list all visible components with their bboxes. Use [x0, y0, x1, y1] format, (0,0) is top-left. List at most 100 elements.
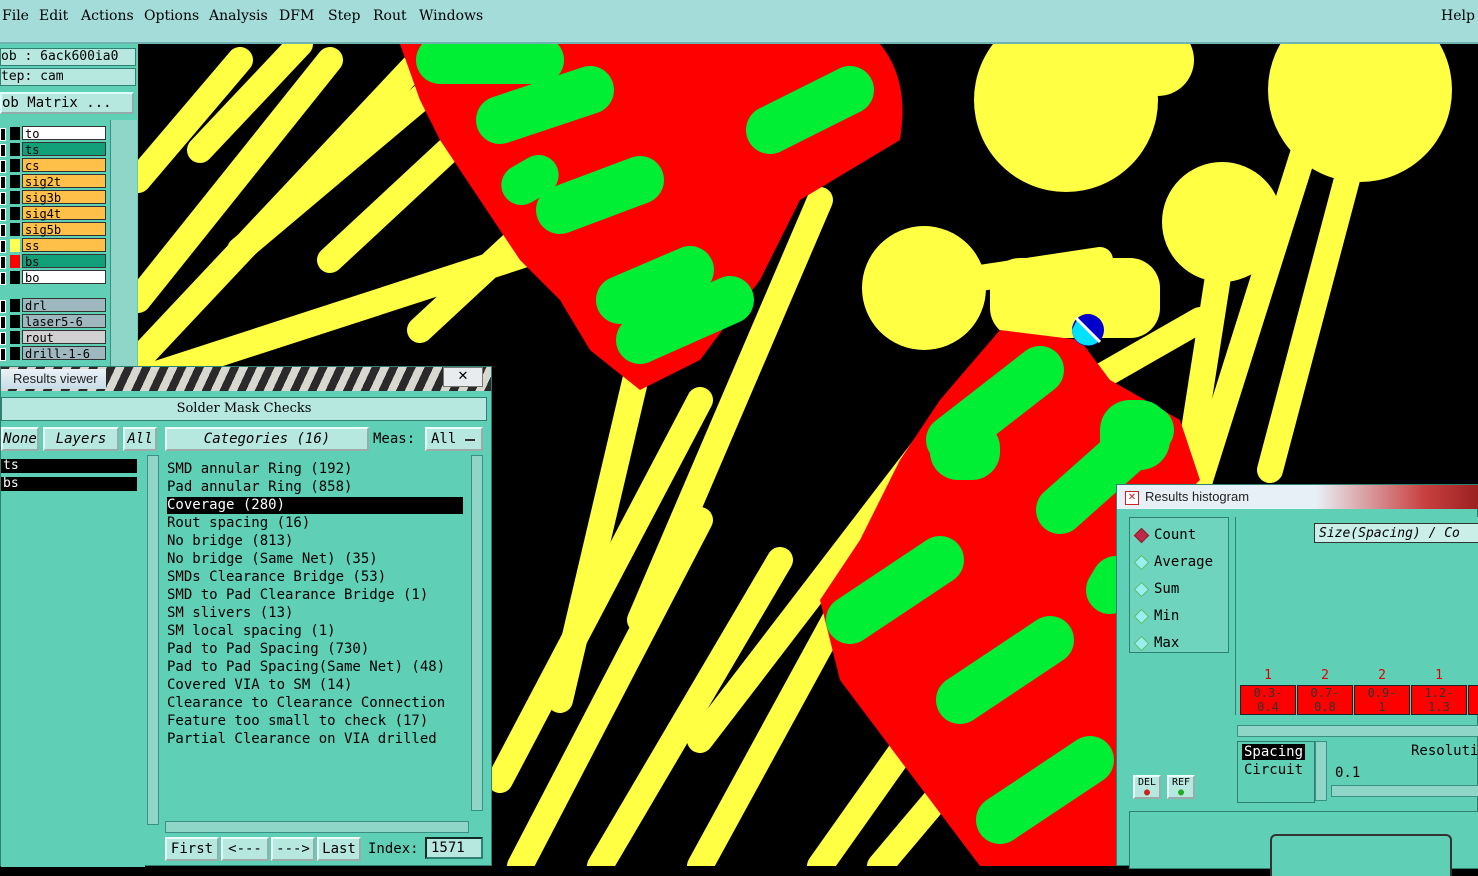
del-button[interactable]: DEL ●	[1133, 775, 1161, 799]
results-viewer-titlebar[interactable]: Results viewer ✕	[1, 367, 491, 391]
layer-list-vscroll[interactable]	[147, 455, 159, 825]
menu-step[interactable]: Step	[328, 8, 360, 24]
layer-row[interactable]: rout	[0, 330, 108, 345]
menu-edit[interactable]: Edit	[39, 8, 68, 24]
mode-radio-average[interactable]: Average	[1133, 553, 1226, 571]
histogram-bin[interactable]: 0.9- 1	[1354, 685, 1410, 715]
job-matrix-button[interactable]: ob Matrix ...	[0, 92, 134, 114]
layer-checkbox[interactable]	[0, 208, 6, 221]
histogram-bin[interactable]: 0.3- 0.4	[1240, 685, 1296, 715]
layer-checkbox[interactable]	[0, 176, 6, 189]
category-item[interactable]: Rout spacing (16)	[167, 515, 463, 532]
category-item[interactable]: SM slivers (13)	[167, 605, 463, 622]
menu-options[interactable]: Options	[144, 8, 199, 24]
category-item[interactable]: Pad to Pad Spacing (730)	[167, 641, 463, 658]
category-list-hscroll[interactable]	[165, 821, 469, 833]
mode-radio-sum[interactable]: Sum	[1133, 580, 1226, 598]
category-item[interactable]: SMDs Clearance Bridge (53)	[167, 569, 463, 586]
menu-analysis[interactable]: Analysis	[209, 8, 268, 24]
category-item[interactable]: Partial Clearance on VIA drilled	[167, 731, 463, 748]
category-item[interactable]: Pad to Pad Spacing(Same Net) (48)	[167, 659, 463, 676]
category-item[interactable]: SM local spacing (1)	[167, 623, 463, 640]
category-item[interactable]: No bridge (813)	[167, 533, 463, 550]
layer-checkbox[interactable]	[0, 272, 6, 285]
category-item[interactable]: Covered VIA to SM (14)	[167, 677, 463, 694]
layer-checkbox[interactable]	[0, 160, 6, 173]
layer-row[interactable]: drill-1-6	[0, 346, 108, 361]
next-button[interactable]: --->	[271, 837, 315, 861]
layer-row[interactable]: sig5b	[0, 222, 108, 237]
category-item[interactable]: Feature too small to check (17)	[167, 713, 463, 730]
results-histogram-titlebar[interactable]: ✕ Results histogram	[1117, 485, 1478, 509]
mode-radio-min[interactable]: Min	[1133, 607, 1226, 625]
layer-row[interactable]: sig4t	[0, 206, 108, 221]
histogram-plot[interactable]: Size(Spacing) / Co 1 0.3- 0.4 2 0.7- 0.8 2 0.…	[1235, 517, 1478, 715]
category-item[interactable]: Coverage (280)	[167, 497, 463, 514]
layer-row[interactable]: ts	[0, 142, 108, 157]
layer-name[interactable]: cs	[22, 158, 106, 173]
menu-help[interactable]: Help	[1441, 8, 1475, 24]
layers-button[interactable]: Layers	[43, 427, 119, 451]
layer-name[interactable]: sig3b	[22, 190, 106, 205]
layer-name[interactable]: to	[22, 126, 106, 141]
layer-name[interactable]: drill-1-6	[22, 346, 106, 361]
layer-name[interactable]: drl	[22, 298, 106, 313]
layer-row[interactable]: cs	[0, 158, 108, 173]
category-item[interactable]: SMD annular Ring (192)	[167, 461, 463, 478]
menu-dfm[interactable]: DFM	[279, 8, 314, 24]
histogram-bin[interactable]: 0.7- 0.8	[1297, 685, 1353, 715]
ref-button[interactable]: REF ●	[1167, 775, 1195, 799]
layer-checkbox[interactable]	[0, 300, 6, 313]
layer-name[interactable]: laser5-6	[22, 314, 106, 329]
measure-type-vscroll[interactable]	[1315, 741, 1327, 801]
menu-windows[interactable]: Windows	[419, 8, 483, 24]
category-item[interactable]: Clearance to Clearance Connection	[167, 695, 463, 712]
menu-rout[interactable]: Rout	[373, 8, 407, 24]
layer-checkbox[interactable]	[0, 256, 6, 269]
layer-list-scrollbar[interactable]	[110, 120, 137, 366]
option-circuit[interactable]: Circuit	[1242, 762, 1305, 778]
results-layer-row[interactable]: bs	[1, 477, 137, 491]
mode-radio-count[interactable]: Count	[1133, 526, 1226, 544]
histogram-bin[interactable]: 1.2- 1.3	[1411, 685, 1467, 715]
all-button[interactable]: All	[123, 427, 157, 451]
layer-row[interactable]: laser5-6	[0, 314, 108, 329]
histogram-hscroll[interactable]	[1237, 725, 1478, 737]
layer-checkbox[interactable]	[0, 128, 6, 141]
categories-button[interactable]: Categories (16)	[165, 427, 369, 451]
close-icon[interactable]: ✕	[443, 367, 483, 387]
layer-name[interactable]: sig5b	[22, 222, 106, 237]
layer-row[interactable]: to	[0, 126, 108, 141]
layer-checkbox[interactable]	[0, 192, 6, 205]
prev-button[interactable]: <---	[221, 837, 269, 861]
layer-checkbox[interactable]	[0, 224, 6, 237]
layer-name[interactable]: ts	[22, 142, 106, 157]
layer-name[interactable]: ss	[22, 238, 106, 253]
category-item[interactable]: Pad annular Ring (858)	[167, 479, 463, 496]
layer-name[interactable]: sig2t	[22, 174, 106, 189]
last-button[interactable]: Last	[317, 837, 361, 861]
layer-checkbox[interactable]	[0, 240, 6, 253]
layer-row[interactable]: sig3b	[0, 190, 108, 205]
none-button[interactable]: None	[1, 427, 39, 451]
layer-name[interactable]: bs	[22, 254, 106, 269]
menu-actions[interactable]: Actions	[81, 8, 134, 24]
resolution-slider[interactable]	[1331, 785, 1478, 797]
layer-checkbox[interactable]	[0, 348, 6, 361]
category-list-vscroll[interactable]	[471, 455, 483, 811]
layer-checkbox[interactable]	[0, 144, 6, 157]
layer-row[interactable]: sig2t	[0, 174, 108, 189]
layer-row[interactable]: bo	[0, 270, 108, 285]
meas-dropdown[interactable]: All	[425, 427, 483, 451]
category-item[interactable]: No bridge (Same Net) (35)	[167, 551, 463, 568]
layer-checkbox[interactable]	[0, 316, 6, 329]
results-layer-row[interactable]: ts	[1, 459, 137, 473]
menu-file[interactable]: File	[2, 8, 29, 24]
mode-radio-max[interactable]: Max	[1133, 634, 1226, 652]
layer-checkbox[interactable]	[0, 332, 6, 345]
first-button[interactable]: First	[165, 837, 219, 861]
layer-row[interactable]: ss	[0, 238, 108, 253]
layer-name[interactable]: sig4t	[22, 206, 106, 221]
index-input[interactable]: 1571	[425, 837, 483, 859]
layer-name[interactable]: rout	[22, 330, 106, 345]
